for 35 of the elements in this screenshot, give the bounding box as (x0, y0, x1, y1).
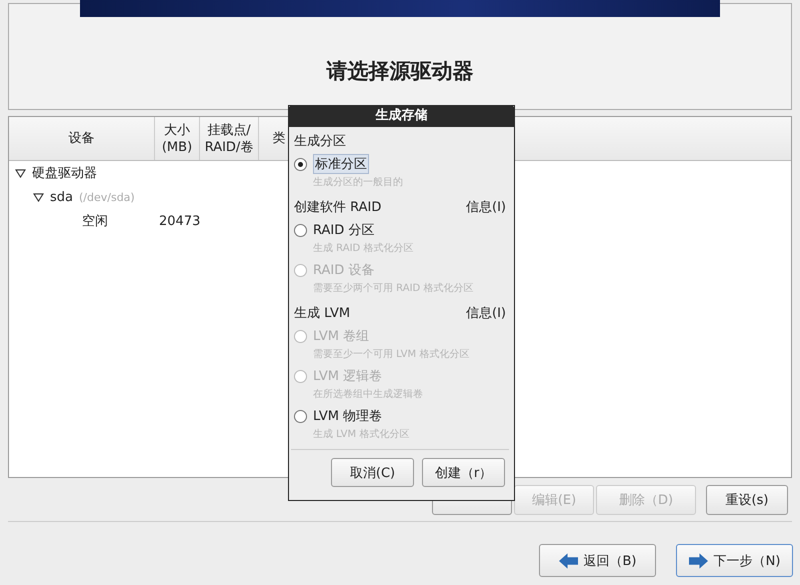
column-header[interactable]: 大小 (MB) (155, 117, 200, 160)
option-description: 需要至少两个可用 RAID 格式化分区 (312, 282, 474, 296)
info-link[interactable]: 信息(I) (466, 198, 506, 216)
size-cell: 20473 (159, 214, 200, 228)
action-button[interactable]: 重设(s) (706, 485, 788, 515)
radio-button[interactable] (294, 224, 307, 236)
option-label[interactable]: RAID 分区 (313, 221, 374, 239)
expander-icon[interactable] (33, 192, 44, 202)
info-link[interactable]: 信息(I) (466, 304, 506, 322)
option-description: 需要至少一个可用 LVM 格式化分区 (312, 348, 470, 362)
back-arrow-icon (558, 552, 578, 568)
column-header[interactable]: 挂载点/ RAID/卷 (200, 117, 259, 160)
dialog-button[interactable]: 取消(C) (331, 458, 414, 487)
option-description: 生成 RAID 格式化分区 (312, 242, 414, 256)
option-description: 在所选卷组中生成逻辑卷 (312, 388, 424, 402)
option-description: 生成分区的一般目的 (312, 176, 404, 190)
forward-arrow-icon (688, 552, 708, 568)
dialog-button[interactable]: 创建（r） (422, 458, 505, 487)
device-name: sda (50, 190, 73, 204)
nav-button[interactable]: 返回（B) (539, 544, 656, 577)
option-label[interactable]: LVM 物理卷 (313, 407, 382, 425)
section-heading: 生成 LVM (294, 305, 350, 322)
radio-button[interactable] (294, 410, 307, 422)
radio-button[interactable] (294, 158, 307, 170)
option-description: 生成 LVM 格式化分区 (312, 428, 410, 442)
device-name: 硬盘驱动器 (32, 165, 97, 182)
dialog-title: 生成存储 (288, 105, 515, 127)
section-heading: 创建软件 RAID (294, 199, 382, 216)
column-header[interactable]: 设备 (9, 117, 155, 160)
device-name: 空闲 (82, 213, 108, 230)
nav-button[interactable]: 下一步（N) (676, 544, 793, 577)
page-title: 请选择源驱动器 (326, 58, 474, 85)
device-path: (/dev/sda) (79, 190, 135, 204)
expander-icon[interactable] (15, 168, 26, 178)
option-label[interactable]: 标准分区 (313, 154, 369, 174)
